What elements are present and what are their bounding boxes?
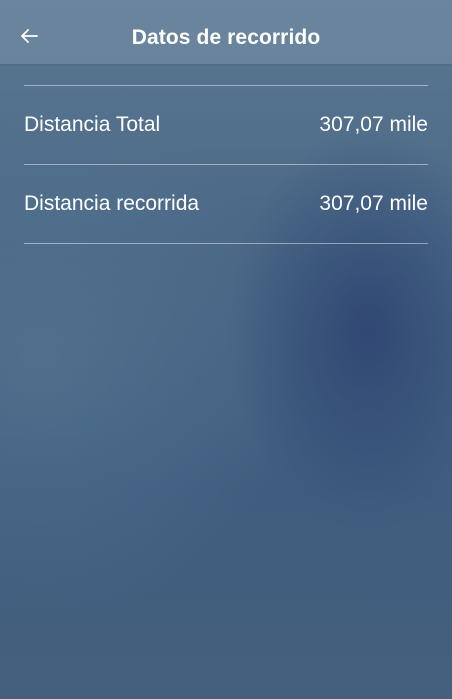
traveled-distance-label: Distancia recorrida	[24, 192, 200, 215]
total-distance-value: 307,07 mile	[319, 113, 428, 136]
page-title: Datos de recorrido	[131, 26, 321, 49]
traveled-distance-value: 307,07 mile	[319, 192, 428, 215]
list-item-traveled-distance: Distancia recorrida 307,07 mile	[24, 165, 428, 243]
list-item-total-distance: Distancia Total 307,07 mile	[24, 86, 428, 164]
total-distance-label: Distancia Total	[24, 113, 161, 136]
trip-data-list: Distancia Total 307,07 mile Distancia re…	[24, 85, 428, 244]
app-bar: Datos de recorrido	[0, 0, 452, 64]
divider	[24, 243, 428, 244]
